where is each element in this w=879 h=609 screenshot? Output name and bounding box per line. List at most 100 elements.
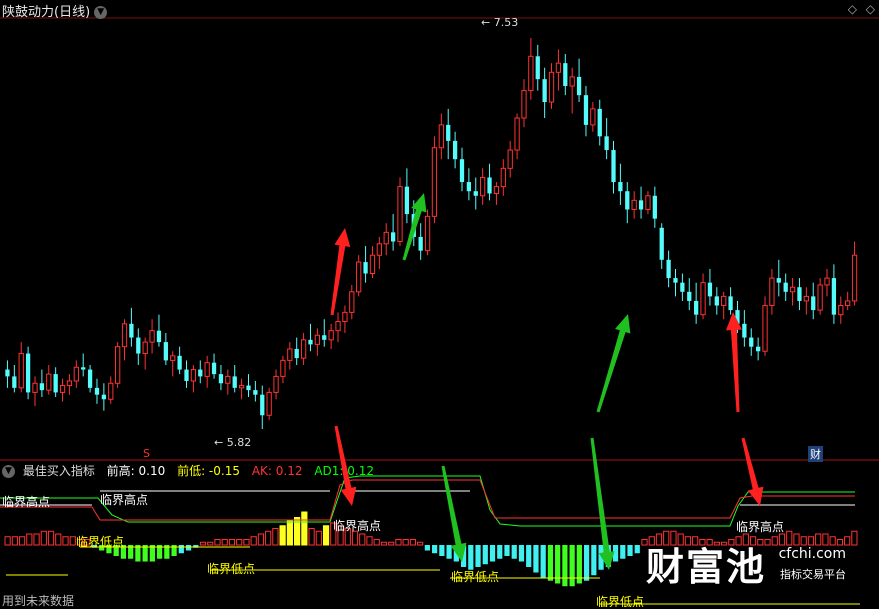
indicator-bar	[468, 545, 474, 570]
indicator-bar	[69, 536, 76, 546]
chart-canvas: 临界高点 临界高点临界高点临界低点临界低点临界高点临界低点临界低点	[0, 17, 879, 607]
indicator-header: ▼ 最佳买入指标 前高: 0.10 前低: -0.15 AK: 0.12 AD1…	[2, 462, 382, 479]
critical-point-label: 临界低点	[76, 535, 124, 549]
indicator-bar	[55, 533, 62, 546]
candle-body	[18, 353, 24, 389]
indicator-bar	[446, 545, 452, 559]
indicator-bar	[26, 533, 33, 546]
watermark-site: cfchi.com	[778, 546, 846, 562]
indicator-bar	[351, 530, 359, 546]
indicator-bar	[272, 528, 279, 546]
chevron-down-icon[interactable]: ▼	[94, 6, 108, 19]
indicator-bar	[243, 539, 250, 546]
indicator-bar	[634, 545, 640, 554]
candle-body	[25, 353, 31, 393]
indicator-bar	[620, 545, 626, 559]
indicator-bar	[33, 533, 40, 546]
candle-body	[756, 346, 761, 352]
candle-body	[46, 373, 52, 391]
chart-title-bar[interactable]: 陕鼓动力(日线) ▼	[2, 1, 108, 20]
indicator-bar	[286, 519, 293, 546]
candle-body	[198, 369, 203, 377]
indicator-bar	[322, 525, 330, 546]
diamond-icon[interactable]: ◇	[848, 2, 857, 16]
candle-body	[101, 394, 106, 400]
chevron-down-icon[interactable]: ▼	[2, 465, 15, 478]
candle-body	[707, 282, 713, 297]
candle-body	[824, 277, 830, 286]
indicator-title: 最佳买入指标	[22, 464, 95, 478]
red-arrow	[330, 228, 351, 316]
indicator-bar	[409, 539, 417, 546]
candle-body	[287, 348, 293, 361]
candle-body	[184, 369, 189, 381]
candle-body	[5, 369, 10, 377]
candle-body	[59, 385, 66, 393]
candle-body	[721, 295, 727, 307]
candle-body	[308, 339, 313, 345]
indicator-bar	[591, 545, 597, 576]
indicator-bar	[851, 530, 858, 546]
candle-body	[129, 323, 134, 338]
indicator-bar	[822, 533, 829, 546]
critical-point-label: 临界高点	[2, 494, 50, 509]
indicator-bar	[308, 528, 315, 546]
candle-body	[356, 261, 362, 293]
indicator-bar	[236, 539, 243, 546]
candle-body	[749, 337, 754, 347]
watermark-brand: 财富池	[645, 545, 766, 589]
diamond-icon[interactable]: ◇	[866, 2, 875, 16]
candle-body	[521, 90, 527, 119]
candle-body	[618, 182, 623, 192]
candle-body	[12, 376, 17, 388]
candle-body	[121, 323, 128, 348]
candle-body	[631, 199, 637, 210]
candle-body	[507, 149, 513, 169]
indicator-bar	[228, 539, 236, 546]
indicator-bar	[315, 530, 322, 546]
green-arrow	[596, 314, 631, 413]
candle-body	[431, 147, 438, 217]
candle-body	[390, 232, 396, 242]
indicator-bar	[533, 545, 539, 573]
indicator-bar	[526, 545, 532, 567]
candle-body	[493, 186, 500, 194]
candle-body	[314, 334, 320, 345]
candle-body	[514, 117, 520, 151]
indicator-bar	[62, 536, 69, 546]
candle-body	[625, 191, 630, 210]
candle-body	[473, 191, 478, 196]
candle-body	[446, 124, 451, 141]
candle-body	[769, 277, 775, 307]
candle-body	[115, 346, 121, 384]
candle-body	[73, 366, 79, 382]
chart-title: 陕鼓动力(日线)	[2, 5, 91, 20]
candle-body	[156, 330, 162, 343]
indicator-bar	[540, 545, 546, 578]
indicator-bar	[199, 541, 207, 546]
indicator-bar	[366, 536, 373, 546]
candle-body	[666, 259, 671, 279]
indicator-bar	[417, 541, 424, 546]
candle-body	[776, 278, 781, 283]
candle-body	[528, 55, 534, 92]
candle-body	[39, 383, 45, 391]
critical-point-label: 临界低点	[596, 595, 644, 607]
candle-body	[163, 342, 168, 361]
indicator-bar	[504, 545, 510, 556]
red-arrow	[725, 312, 742, 413]
candle-body	[811, 296, 816, 311]
candle-body	[53, 374, 58, 393]
critical-point-label: 临界低点	[451, 570, 499, 584]
high-price-label: ← 7.53	[481, 16, 519, 29]
candle-body	[783, 282, 788, 292]
indicator-bar	[627, 545, 633, 556]
candle-body	[831, 278, 837, 315]
candle-body	[266, 391, 272, 416]
candle-body	[673, 278, 678, 283]
finance-tag[interactable]: 财	[808, 446, 823, 462]
indicator-bar	[207, 541, 214, 546]
candle-body	[694, 300, 699, 315]
candle-body	[583, 95, 589, 125]
candle-body	[500, 167, 506, 188]
